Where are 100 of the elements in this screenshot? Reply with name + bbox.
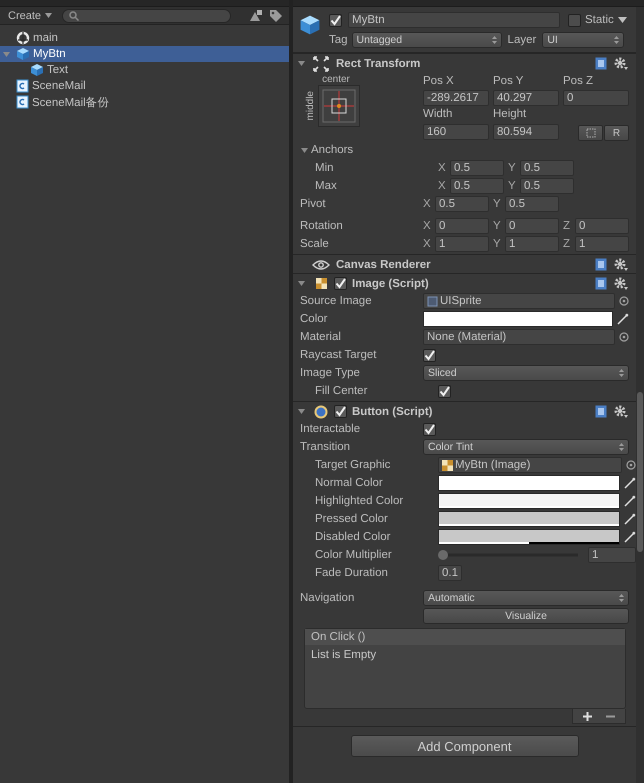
help-book-icon[interactable] bbox=[595, 277, 607, 290]
anchor-label: center bbox=[322, 74, 350, 85]
number-field[interactable]: 0 bbox=[563, 90, 629, 106]
number-field[interactable]: 0.5 bbox=[450, 160, 504, 176]
checkbox[interactable] bbox=[423, 348, 436, 362]
number-field[interactable]: 80.594 bbox=[493, 124, 559, 140]
dropdown[interactable]: Color Tint bbox=[423, 439, 629, 455]
scrollbar[interactable] bbox=[636, 7, 644, 783]
object-picker-icon[interactable] bbox=[619, 332, 629, 342]
component-header[interactable]: Rect Transform bbox=[293, 53, 636, 72]
property-label: Min bbox=[314, 162, 335, 174]
eyedropper-icon[interactable] bbox=[624, 513, 636, 525]
number-field[interactable]: 1 bbox=[575, 236, 629, 252]
scene-icon bbox=[16, 31, 30, 45]
tag-dropdown[interactable]: Untagged bbox=[352, 32, 502, 48]
component-header[interactable]: Image (Script) bbox=[293, 273, 636, 292]
raw-edit-button[interactable]: R bbox=[604, 125, 629, 141]
property-label: Transition bbox=[300, 441, 352, 453]
number-field[interactable]: 0.5 bbox=[520, 178, 574, 194]
number-field[interactable]: 0 bbox=[505, 218, 559, 234]
script-file-icon bbox=[16, 95, 29, 109]
number-field[interactable]: 0.5 bbox=[505, 196, 559, 212]
shapes-filter-icon[interactable] bbox=[249, 9, 263, 22]
property-label: Raycast Target bbox=[300, 349, 378, 361]
color-swatch[interactable] bbox=[438, 511, 620, 527]
property-label: Interactable bbox=[300, 423, 362, 435]
help-book-icon[interactable] bbox=[595, 258, 607, 271]
axis-label: Y bbox=[493, 198, 502, 210]
dropdown[interactable]: Automatic bbox=[423, 590, 629, 606]
checkbox[interactable] bbox=[423, 422, 436, 436]
eyedropper-icon[interactable] bbox=[624, 495, 636, 507]
project-item[interactable]: MyBtn bbox=[0, 46, 289, 62]
project-item[interactable]: SceneMail bbox=[0, 78, 289, 94]
checkbox[interactable] bbox=[329, 14, 342, 26]
property-label: Material bbox=[300, 331, 342, 343]
expanded-arrow-icon[interactable] bbox=[297, 407, 306, 416]
caret-icon[interactable] bbox=[618, 17, 627, 23]
color-swatch[interactable] bbox=[438, 529, 620, 545]
object-field[interactable]: MyBtn (Image) bbox=[438, 457, 622, 473]
project-item[interactable]: main bbox=[0, 30, 289, 46]
color-swatch[interactable] bbox=[438, 493, 620, 509]
gear-icon[interactable] bbox=[614, 57, 628, 70]
number-field[interactable]: 0.5 bbox=[450, 178, 504, 194]
number-field[interactable]: 0 bbox=[435, 218, 489, 234]
number-field[interactable]: 1 bbox=[505, 236, 559, 252]
number-field[interactable]: 1 bbox=[588, 547, 636, 563]
expanded-arrow-icon[interactable] bbox=[300, 146, 309, 154]
empty-list-text: List is Empty bbox=[310, 648, 378, 663]
tag-icon[interactable] bbox=[269, 9, 283, 22]
color-swatch[interactable] bbox=[423, 311, 613, 327]
checkbox[interactable] bbox=[568, 14, 581, 26]
component-title: Button (Script) bbox=[352, 406, 432, 418]
project-item[interactable]: Text bbox=[0, 62, 289, 78]
create-dropdown[interactable]: Create bbox=[4, 10, 56, 22]
number-field[interactable]: 0.5 bbox=[435, 196, 489, 212]
eyedropper-icon[interactable] bbox=[624, 477, 636, 489]
dropdown[interactable]: Sliced bbox=[423, 365, 629, 381]
image-icon bbox=[442, 460, 453, 470]
expanded-arrow-icon[interactable] bbox=[297, 59, 306, 68]
add-component-button[interactable]: Add Component bbox=[350, 735, 578, 757]
checkmark-icon bbox=[335, 278, 346, 289]
checkbox[interactable] bbox=[334, 277, 347, 290]
gear-icon[interactable] bbox=[614, 277, 628, 290]
object-picker-icon[interactable] bbox=[626, 460, 636, 470]
component-header[interactable]: Button (Script) bbox=[293, 401, 636, 420]
search-field[interactable] bbox=[62, 8, 231, 22]
plus-icon[interactable] bbox=[583, 712, 592, 720]
number-field[interactable]: 160 bbox=[423, 124, 489, 140]
updown-arrows-icon bbox=[619, 443, 624, 451]
color-swatch[interactable] bbox=[438, 475, 620, 491]
expanded-arrow-icon[interactable] bbox=[297, 279, 306, 288]
layer-dropdown[interactable]: UI bbox=[542, 32, 624, 48]
anchor-preset-button[interactable] bbox=[318, 85, 360, 127]
help-book-icon[interactable] bbox=[595, 405, 607, 418]
checkmark-icon bbox=[424, 350, 435, 360]
object-picker-icon[interactable] bbox=[619, 296, 629, 306]
help-book-icon[interactable] bbox=[595, 57, 607, 70]
number-field[interactable]: 0 bbox=[575, 218, 629, 234]
gear-icon[interactable] bbox=[614, 258, 628, 271]
project-item[interactable]: SceneMail备份 bbox=[0, 94, 289, 110]
component-header[interactable]: Canvas Renderer bbox=[293, 254, 636, 273]
number-field[interactable]: 40.297 bbox=[493, 90, 559, 106]
name-field[interactable]: MyBtn bbox=[348, 12, 560, 28]
round-badge-icon bbox=[314, 404, 328, 418]
object-field[interactable]: UISprite bbox=[423, 293, 615, 309]
eyedropper-icon[interactable] bbox=[617, 313, 629, 325]
eyedropper-icon[interactable] bbox=[624, 531, 636, 543]
number-field[interactable]: 1 bbox=[435, 236, 489, 252]
number-field[interactable]: -289.2617 bbox=[423, 90, 489, 106]
updown-arrows-icon bbox=[619, 594, 624, 602]
checkbox[interactable] bbox=[334, 405, 347, 418]
gear-icon[interactable] bbox=[614, 405, 628, 418]
number-field[interactable]: 0.5 bbox=[520, 160, 574, 176]
scrollbar-thumb[interactable] bbox=[637, 392, 643, 552]
object-field[interactable]: None (Material) bbox=[423, 329, 615, 345]
checkbox[interactable] bbox=[438, 384, 451, 398]
slider-thumb[interactable] bbox=[438, 550, 448, 560]
visualize-button[interactable]: Visualize bbox=[423, 608, 629, 624]
number-field[interactable]: 0.1 bbox=[438, 565, 462, 581]
blueprint-button[interactable] bbox=[578, 125, 603, 141]
